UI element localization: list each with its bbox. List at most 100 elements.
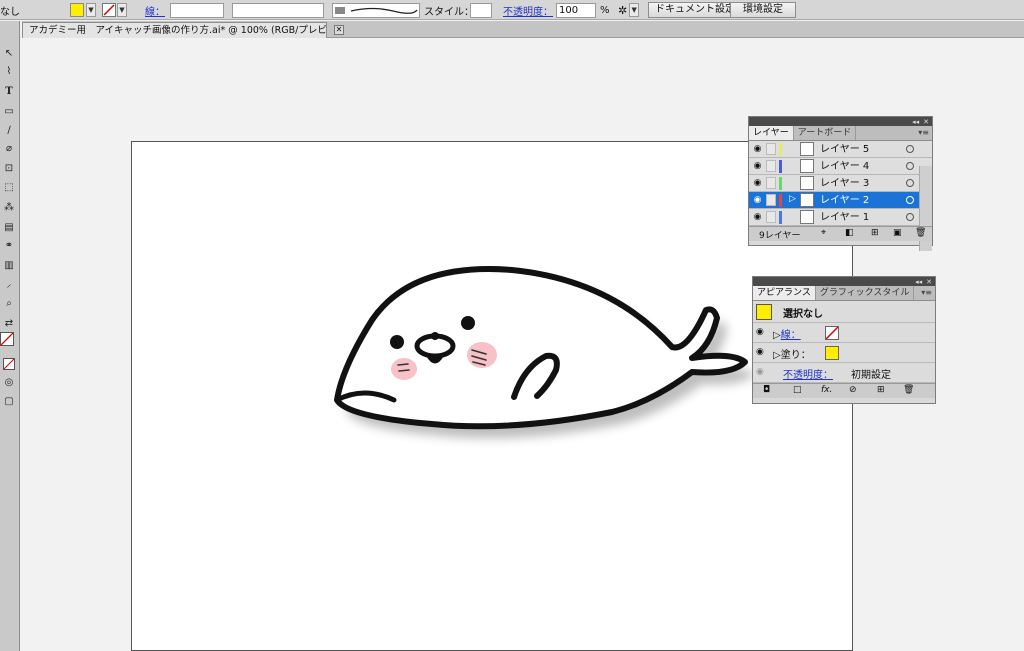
locate-object-icon[interactable]: ⌖: [821, 228, 826, 238]
tab-layers[interactable]: レイヤー: [749, 126, 794, 140]
tab-graphic-styles[interactable]: グラフィックスタイル: [816, 286, 915, 300]
target-icon[interactable]: [906, 145, 914, 153]
collapse-icon[interactable]: ◂◂: [912, 118, 919, 126]
opacity-input[interactable]: 100: [556, 2, 596, 18]
stroke-label[interactable]: 線：: [145, 2, 165, 18]
trash-icon[interactable]: 🗑: [903, 385, 914, 395]
layer-name[interactable]: レイヤー 3: [820, 175, 869, 192]
close-icon[interactable]: ✕: [334, 25, 344, 35]
eye-icon[interactable]: ◉: [756, 347, 764, 357]
swap-colors-icon[interactable]: ⇄: [1, 317, 17, 331]
stroke-dropdown[interactable]: ▼: [117, 2, 127, 18]
eye-icon[interactable]: ◉: [751, 160, 764, 172]
stroke-label[interactable]: 線：: [781, 330, 801, 341]
fill-dropdown[interactable]: ▼: [86, 2, 96, 18]
opacity-label[interactable]: 不透明度：: [783, 366, 833, 381]
eye-icon[interactable]: ◉: [756, 367, 764, 377]
target-icon[interactable]: [906, 162, 914, 170]
variable-width-input[interactable]: [232, 2, 324, 18]
appearance-opacity-row[interactable]: ◉ 不透明度： 初期設定: [753, 363, 935, 383]
layer-row[interactable]: ◉ ▷ レイヤー 2: [749, 192, 932, 209]
lock-toggle[interactable]: [766, 177, 776, 189]
layer-row[interactable]: ◉ レイヤー 5: [749, 141, 932, 158]
disclosure-triangle-icon[interactable]: ▷: [773, 330, 781, 341]
layer-name[interactable]: レイヤー 1: [820, 209, 869, 226]
variable-width-field[interactable]: [232, 2, 324, 18]
selection-tool-icon[interactable]: ↖: [1, 47, 17, 61]
appearance-fill-row[interactable]: ◉ ▷塗り：: [753, 343, 935, 363]
stroke-color-well[interactable]: [0, 332, 14, 346]
graph-tool-icon[interactable]: ▥: [1, 259, 17, 273]
screen-mode-icon[interactable]: ▢: [1, 395, 17, 409]
document-settings-button[interactable]: ドキュメント設定: [648, 2, 742, 18]
lock-toggle[interactable]: [766, 194, 776, 206]
eye-icon[interactable]: ◉: [751, 177, 764, 189]
eye-icon[interactable]: ◉: [756, 327, 764, 337]
clipping-mask-icon[interactable]: ◧: [845, 228, 854, 238]
eye-icon[interactable]: ◉: [751, 194, 764, 206]
opacity-field[interactable]: 100: [556, 2, 596, 18]
eyedropper-tool-icon[interactable]: ⸝: [1, 278, 17, 292]
panel-menu-icon[interactable]: ▾≡: [918, 128, 929, 137]
stroke-swatch[interactable]: [825, 326, 839, 340]
preferences-button[interactable]: 環境設定: [730, 2, 796, 18]
stroke-weight-field[interactable]: [170, 2, 224, 18]
layer-name[interactable]: レイヤー 4: [820, 158, 869, 175]
add-stroke-icon[interactable]: ◘: [763, 385, 770, 395]
opacity-label[interactable]: 不透明度：: [503, 2, 553, 18]
fill-swatch[interactable]: [825, 346, 839, 360]
close-icon[interactable]: ✕: [926, 278, 932, 286]
layer-row[interactable]: ◉ レイヤー 3: [749, 175, 932, 192]
recolor-artwork-button[interactable]: ✲ ▼: [618, 2, 640, 18]
clear-appearance-icon[interactable]: ⊘: [849, 385, 857, 395]
layer-name[interactable]: レイヤー 2: [820, 192, 869, 209]
brush-definition[interactable]: [332, 2, 420, 18]
duplicate-item-icon[interactable]: ⊞: [877, 385, 885, 395]
rectangle-tool-icon[interactable]: ▭: [1, 105, 17, 119]
lasso-tool-icon[interactable]: ⌇: [1, 65, 17, 79]
add-fill-icon[interactable]: □: [793, 385, 802, 395]
new-layer-icon[interactable]: ▣: [893, 228, 902, 238]
lock-toggle[interactable]: [766, 143, 776, 155]
type-tool-icon[interactable]: T: [1, 85, 17, 99]
zoom-tool-icon[interactable]: ⌕: [1, 297, 17, 311]
appearance-panel-tabs: アピアランス グラフィックスタイル ▾≡: [753, 286, 935, 301]
blend-tool-icon[interactable]: ⚭: [1, 239, 17, 253]
graphic-style-dropdown[interactable]: [470, 2, 492, 18]
eye-icon[interactable]: ◉: [751, 143, 764, 155]
fx-icon[interactable]: fx.: [821, 385, 832, 395]
artboard[interactable]: [131, 141, 853, 651]
trash-icon[interactable]: 🗑: [915, 228, 926, 238]
disclosure-triangle-icon[interactable]: ▷: [789, 194, 796, 204]
tab-artboards[interactable]: アートボード: [794, 126, 857, 140]
none-color-icon[interactable]: [1, 358, 17, 372]
appearance-stroke-row[interactable]: ◉ ▷線：: [753, 323, 935, 343]
target-icon[interactable]: [906, 213, 914, 221]
pencil-tool-icon[interactable]: ∕: [1, 124, 17, 138]
target-icon[interactable]: [906, 196, 914, 204]
stroke-swatch[interactable]: [102, 2, 116, 18]
disclosure-triangle-icon[interactable]: ▷: [773, 350, 781, 361]
document-tab[interactable]: アカデミー用 アイキャッチ画像の作り方.ai* @ 100% (RGB/プレビュ…: [22, 22, 327, 38]
new-sublayer-icon[interactable]: ⊞: [871, 228, 879, 238]
free-transform-tool-icon[interactable]: ⬚: [1, 181, 17, 195]
seal-illustration[interactable]: [132, 142, 852, 650]
layer-name[interactable]: レイヤー 5: [820, 141, 869, 158]
close-icon[interactable]: ✕: [923, 118, 929, 126]
layer-row[interactable]: ◉ レイヤー 1: [749, 209, 932, 226]
gradient-tool-icon[interactable]: ▤: [1, 221, 17, 235]
scale-tool-icon[interactable]: ⊡: [1, 162, 17, 176]
lock-toggle[interactable]: [766, 160, 776, 172]
target-icon[interactable]: [906, 179, 914, 187]
layer-row[interactable]: ◉ レイヤー 4: [749, 158, 932, 175]
lock-toggle[interactable]: [766, 211, 776, 223]
draw-mode-icon[interactable]: ◎: [1, 376, 17, 390]
stroke-weight-input[interactable]: [170, 2, 224, 18]
panel-menu-icon[interactable]: ▾≡: [921, 288, 932, 297]
symbol-sprayer-icon[interactable]: ⁂: [1, 201, 17, 215]
eraser-tool-icon[interactable]: ⌀: [1, 142, 17, 156]
fill-swatch[interactable]: [70, 2, 84, 18]
tab-appearance[interactable]: アピアランス: [753, 286, 816, 300]
collapse-icon[interactable]: ◂◂: [915, 278, 922, 286]
eye-icon[interactable]: ◉: [751, 211, 764, 223]
